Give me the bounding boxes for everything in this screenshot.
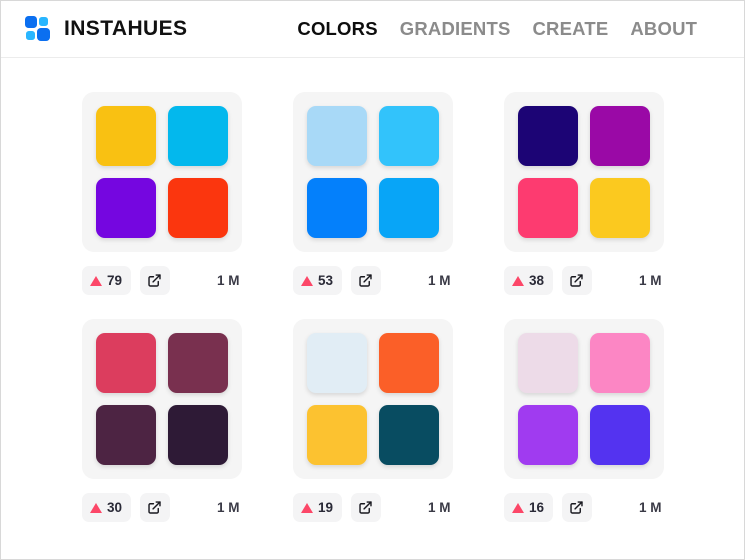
vote-count: 79 — [106, 272, 123, 288]
palette-card[interactable]: 30 1 M — [59, 319, 264, 522]
palette-card[interactable]: 38 1 M — [481, 92, 686, 295]
vote-count: 53 — [317, 272, 334, 288]
color-swatch[interactable] — [306, 106, 367, 166]
upvote-button[interactable]: 16 — [503, 493, 553, 522]
share-button[interactable] — [561, 266, 592, 295]
palette-card-footer: 38 1 M — [503, 266, 664, 295]
color-swatch[interactable] — [95, 178, 156, 238]
upvote-button[interactable]: 30 — [81, 493, 131, 522]
upvote-button[interactable]: 53 — [292, 266, 342, 295]
palette-card-footer: 16 1 M — [503, 493, 664, 522]
upvote-button[interactable]: 19 — [292, 493, 342, 522]
swatch-panel — [81, 92, 242, 252]
swatch-panel — [503, 319, 664, 479]
external-link-icon — [570, 501, 583, 514]
color-swatch[interactable] — [589, 405, 650, 465]
view-count: 1 M — [216, 273, 240, 288]
palette-grid: 79 1 M 53 1 M 38 1 M 30 1 M 19 1 M 16 1 M — [1, 92, 744, 522]
share-button[interactable] — [350, 493, 381, 522]
palette-card[interactable]: 53 1 M — [270, 92, 475, 295]
external-link-icon — [148, 274, 161, 287]
color-swatch[interactable] — [517, 405, 578, 465]
vote-count: 38 — [528, 272, 545, 288]
view-count: 1 M — [638, 500, 662, 515]
color-swatch[interactable] — [306, 178, 367, 238]
color-swatch[interactable] — [95, 333, 156, 393]
color-swatch[interactable] — [589, 333, 650, 393]
vote-count: 16 — [528, 499, 545, 515]
color-swatch[interactable] — [378, 178, 439, 238]
view-count: 1 M — [216, 500, 240, 515]
vote-count: 19 — [317, 499, 334, 515]
view-count: 1 M — [427, 500, 451, 515]
upvote-button[interactable]: 38 — [503, 266, 553, 295]
color-swatch[interactable] — [167, 106, 228, 166]
palette-card[interactable]: 16 1 M — [481, 319, 686, 522]
triangle-up-icon — [300, 502, 313, 513]
share-button[interactable] — [350, 266, 381, 295]
color-swatch[interactable] — [167, 333, 228, 393]
brand[interactable]: INSTAHUES — [23, 14, 187, 44]
instahues-blocks-logo-icon — [23, 14, 53, 44]
vote-count: 30 — [106, 499, 123, 515]
color-swatch[interactable] — [517, 178, 578, 238]
nav-item-about[interactable]: ABOUT — [630, 18, 697, 40]
palette-card-footer: 19 1 M — [292, 493, 453, 522]
nav-item-create[interactable]: CREATE — [532, 18, 608, 40]
external-link-icon — [570, 274, 583, 287]
navbar: INSTAHUES COLORS GRADIENTS CREATE ABOUT — [1, 1, 744, 58]
palette-card[interactable]: 19 1 M — [270, 319, 475, 522]
color-swatch[interactable] — [589, 106, 650, 166]
brand-name: INSTAHUES — [64, 17, 188, 40]
palette-card-footer: 30 1 M — [81, 493, 242, 522]
palette-grid-container: 79 1 M 53 1 M 38 1 M 30 1 M 19 1 M 16 1 M — [1, 58, 744, 522]
share-button[interactable] — [139, 493, 170, 522]
palette-card-footer: 79 1 M — [81, 266, 242, 295]
swatch-panel — [292, 319, 453, 479]
color-swatch[interactable] — [517, 106, 578, 166]
share-button[interactable] — [139, 266, 170, 295]
share-button[interactable] — [561, 493, 592, 522]
color-swatch[interactable] — [167, 405, 228, 465]
triangle-up-icon — [300, 275, 313, 286]
palette-card[interactable]: 79 1 M — [59, 92, 264, 295]
color-swatch[interactable] — [306, 405, 367, 465]
triangle-up-icon — [511, 275, 524, 286]
palette-card-footer: 53 1 M — [292, 266, 453, 295]
external-link-icon — [148, 501, 161, 514]
upvote-button[interactable]: 79 — [81, 266, 131, 295]
color-swatch[interactable] — [589, 178, 650, 238]
color-swatch[interactable] — [95, 106, 156, 166]
color-swatch[interactable] — [95, 405, 156, 465]
color-swatch[interactable] — [378, 106, 439, 166]
external-link-icon — [359, 274, 372, 287]
nav-item-gradients[interactable]: GRADIENTS — [400, 18, 511, 40]
nav-item-colors[interactable]: COLORS — [297, 18, 377, 40]
view-count: 1 M — [427, 273, 451, 288]
swatch-panel — [503, 92, 664, 252]
swatch-panel — [81, 319, 242, 479]
color-swatch[interactable] — [378, 405, 439, 465]
color-swatch[interactable] — [306, 333, 367, 393]
view-count: 1 M — [638, 273, 662, 288]
triangle-up-icon — [89, 502, 102, 513]
color-swatch[interactable] — [517, 333, 578, 393]
color-swatch[interactable] — [167, 178, 228, 238]
external-link-icon — [359, 501, 372, 514]
main-nav: COLORS GRADIENTS CREATE ABOUT — [297, 18, 697, 40]
triangle-up-icon — [511, 502, 524, 513]
triangle-up-icon — [89, 275, 102, 286]
color-swatch[interactable] — [378, 333, 439, 393]
swatch-panel — [292, 92, 453, 252]
